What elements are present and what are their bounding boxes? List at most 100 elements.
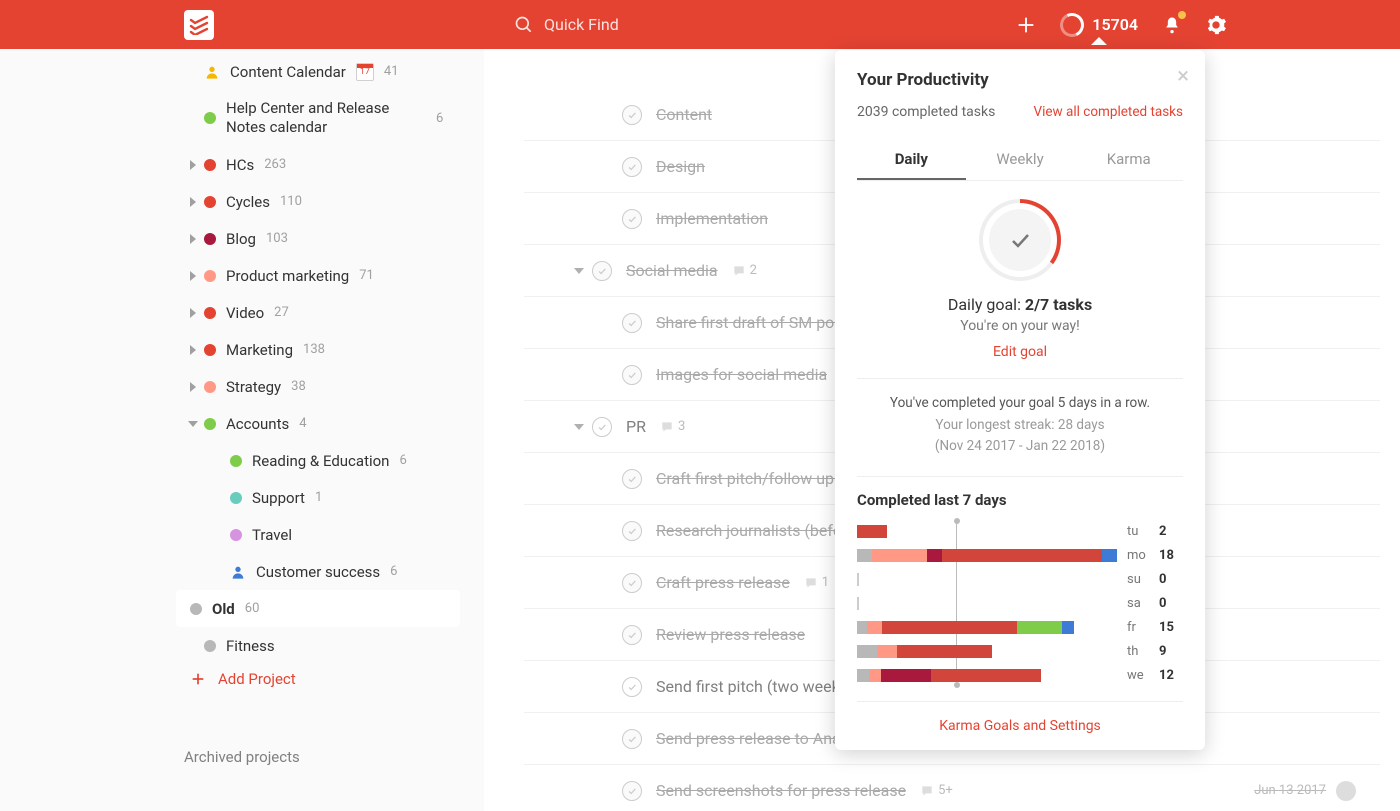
project-count: 138	[303, 342, 325, 357]
project-color-dot	[190, 603, 202, 615]
notification-dot	[1178, 11, 1186, 19]
comment-count[interactable]: 5+	[920, 783, 953, 798]
project-name: Fitness	[226, 637, 275, 655]
tab-karma[interactable]: Karma	[1074, 140, 1183, 180]
task-checkbox[interactable]	[622, 469, 642, 489]
task-meta: Jun 13 2017	[1254, 781, 1356, 801]
task-checkbox[interactable]	[622, 209, 642, 229]
search-placeholder: Quick Find	[544, 15, 619, 34]
task-row[interactable]: Send screenshots for press release5+Jun …	[524, 765, 1380, 811]
sidebar-project[interactable]: Old60	[176, 590, 460, 627]
sidebar: Content Calendar1741Help Center and Rele…	[0, 49, 484, 811]
project-count: 263	[264, 157, 286, 172]
task-name: PR	[626, 417, 646, 436]
karma-progress-icon	[1057, 9, 1088, 40]
chevron-down-icon[interactable]	[574, 424, 584, 430]
sidebar-project[interactable]: Marketing138	[0, 331, 484, 368]
chart-bar-row: we12	[857, 665, 1183, 687]
productivity-panel: × Your Productivity 2039 completed tasks…	[835, 50, 1205, 750]
chevron-down-icon[interactable]	[574, 268, 584, 274]
sidebar-project[interactable]: HCs263	[0, 146, 484, 183]
app-logo[interactable]	[184, 10, 214, 40]
view-all-completed-link[interactable]: View all completed tasks	[1034, 104, 1184, 120]
project-count: 60	[245, 601, 260, 616]
sidebar-project[interactable]: Support 1	[0, 479, 484, 516]
comment-icon	[804, 576, 818, 590]
chevron-icon	[188, 421, 198, 427]
task-checkbox[interactable]	[622, 625, 642, 645]
chart-bar	[857, 621, 1117, 634]
project-color-dot	[204, 418, 216, 430]
sidebar-project[interactable]: Reading & Education6	[0, 442, 484, 479]
quick-add-button[interactable]	[1004, 3, 1048, 47]
assignee-avatar[interactable]	[1336, 781, 1356, 801]
project-name: Video	[226, 304, 264, 322]
task-checkbox[interactable]	[592, 417, 612, 437]
close-icon[interactable]: ×	[1177, 64, 1189, 89]
project-name: Cycles	[226, 193, 270, 211]
chevron-icon	[190, 345, 196, 355]
sidebar-project[interactable]: Product marketing71	[0, 257, 484, 294]
project-name: Support	[252, 489, 305, 507]
project-count: 1	[315, 490, 322, 505]
project-name: Help Center and Release Notes calendar	[226, 99, 426, 138]
sidebar-project[interactable]: Fitness	[0, 627, 484, 664]
app-header: Quick Find 15704	[0, 0, 1400, 49]
task-checkbox[interactable]	[622, 157, 642, 177]
karma-button[interactable]: 15704	[1048, 13, 1150, 37]
tab-daily[interactable]: Daily	[857, 140, 966, 180]
project-color-dot	[230, 492, 242, 504]
chart-bar	[857, 597, 1117, 610]
project-name: Customer success	[256, 563, 380, 581]
project-count: 41	[384, 64, 399, 79]
chevron-icon	[190, 160, 196, 170]
edit-goal-link[interactable]: Edit goal	[993, 344, 1047, 360]
project-count: 71	[359, 268, 374, 283]
comment-count[interactable]: 1	[804, 575, 829, 590]
chevron-icon	[190, 197, 196, 207]
sidebar-project[interactable]: Strategy38	[0, 368, 484, 405]
person-icon	[230, 564, 246, 580]
project-name: Content Calendar	[230, 63, 346, 81]
comment-count[interactable]: 2	[732, 263, 757, 278]
sidebar-project[interactable]: Accounts4	[0, 405, 484, 442]
sidebar-project[interactable]: Blog103	[0, 220, 484, 257]
quick-find[interactable]: Quick Find	[514, 15, 619, 35]
chart-title: Completed last 7 days	[857, 491, 1183, 509]
chart-day-label: th	[1127, 644, 1149, 659]
task-checkbox[interactable]	[622, 729, 642, 749]
task-checkbox[interactable]	[622, 573, 642, 593]
archived-projects-link[interactable]: Archived projects	[0, 748, 484, 766]
chart-day-value: 9	[1159, 644, 1179, 659]
karma-settings-link[interactable]: Karma Goals and Settings	[857, 718, 1183, 734]
task-name: Content	[656, 105, 712, 124]
task-checkbox[interactable]	[622, 677, 642, 697]
chart-day-label: mo	[1127, 548, 1149, 563]
task-checkbox[interactable]	[622, 521, 642, 541]
sidebar-project[interactable]: Cycles110	[0, 183, 484, 220]
comment-count[interactable]: 3	[660, 419, 685, 434]
chart-day-value: 18	[1159, 548, 1179, 563]
settings-button[interactable]	[1194, 3, 1238, 47]
project-count: 6	[390, 564, 397, 579]
sidebar-project[interactable]: Help Center and Release Notes calendar6	[0, 90, 484, 146]
productivity-tabs: Daily Weekly Karma	[857, 140, 1183, 181]
notifications-button[interactable]	[1150, 3, 1194, 47]
task-checkbox[interactable]	[622, 105, 642, 125]
sidebar-project[interactable]: Customer success 6	[0, 553, 484, 590]
sidebar-project[interactable]: Travel	[0, 516, 484, 553]
task-checkbox[interactable]	[592, 261, 612, 281]
task-name: Social media	[626, 261, 718, 280]
task-checkbox[interactable]	[622, 313, 642, 333]
tab-weekly[interactable]: Weekly	[966, 140, 1075, 180]
gear-icon	[1205, 14, 1227, 36]
sidebar-project[interactable]: Content Calendar1741	[0, 53, 484, 90]
project-color-dot	[204, 196, 216, 208]
project-color-dot	[204, 159, 216, 171]
chevron-icon	[190, 271, 196, 281]
task-checkbox[interactable]	[622, 781, 642, 801]
add-project-button[interactable]: Add Project	[0, 670, 484, 688]
sidebar-project[interactable]: Video27	[0, 294, 484, 331]
task-name: Send first pitch (two weeks	[656, 677, 848, 696]
task-checkbox[interactable]	[622, 365, 642, 385]
